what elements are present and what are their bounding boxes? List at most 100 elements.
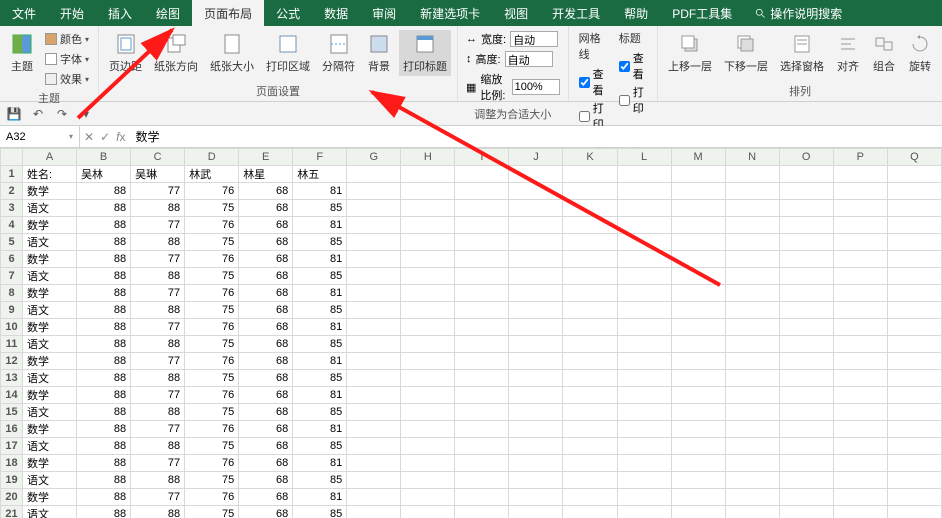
col-header-E[interactable]: E <box>239 149 293 166</box>
cell[interactable]: 吴林 <box>77 166 131 183</box>
cell[interactable]: 林武 <box>185 166 239 183</box>
group-arrange: 上移一层 下移一层 选择窗格 对齐 组合 旋转 排列 <box>658 26 942 101</box>
row-header[interactable]: 18 <box>1 455 23 472</box>
theme-colors[interactable]: 颜色▾ <box>42 30 92 48</box>
tab-视图[interactable]: 视图 <box>492 0 540 26</box>
row-header[interactable]: 6 <box>1 251 23 268</box>
themes-button[interactable]: 主题 <box>6 30 38 76</box>
col-header-J[interactable]: J <box>509 149 563 166</box>
col-header-B[interactable]: B <box>77 149 131 166</box>
col-header-G[interactable]: G <box>347 149 401 166</box>
row-header[interactable]: 19 <box>1 472 23 489</box>
tab-插入[interactable]: 插入 <box>96 0 144 26</box>
row-header[interactable]: 13 <box>1 370 23 387</box>
ribbon: 主题 颜色▾ 字体▾ 效果▾ 主题 页边距 纸张方向 纸张大小 打印区域 分隔符… <box>0 26 942 102</box>
tab-PDF工具集[interactable]: PDF工具集 <box>660 0 744 26</box>
row-header[interactable]: 14 <box>1 387 23 404</box>
col-header-Q[interactable]: Q <box>887 149 941 166</box>
row-header[interactable]: 17 <box>1 438 23 455</box>
tab-新建选项卡[interactable]: 新建选项卡 <box>408 0 492 26</box>
group-sheet-options: 网格线 查看 打印 标题 查看 打印 工作表选项 <box>569 26 658 101</box>
row-header[interactable]: 9 <box>1 302 23 319</box>
row-header[interactable]: 2 <box>1 183 23 200</box>
tell-me-search[interactable]: 操作说明搜索 <box>744 0 852 26</box>
spreadsheet-grid[interactable]: ABCDEFGHIJKLMNOPQ 1姓名:吴林吴琳林武林星林五2数学88777… <box>0 148 942 518</box>
col-header-I[interactable]: I <box>455 149 509 166</box>
headings-print-check[interactable]: 打印 <box>619 84 647 116</box>
headings-view-check[interactable]: 查看 <box>619 50 647 82</box>
row-header[interactable]: 20 <box>1 489 23 506</box>
col-header-M[interactable]: M <box>671 149 725 166</box>
enter-icon[interactable]: ✓ <box>100 130 110 144</box>
bring-forward-button[interactable]: 上移一层 <box>664 30 716 76</box>
tab-开发工具[interactable]: 开发工具 <box>540 0 612 26</box>
row-header[interactable]: 1 <box>1 166 23 183</box>
row-header[interactable]: 12 <box>1 353 23 370</box>
tab-页面布局[interactable]: 页面布局 <box>192 0 264 26</box>
group-button[interactable]: 组合 <box>868 30 900 76</box>
background-button[interactable]: 背景 <box>363 30 395 76</box>
print-area-button[interactable]: 打印区域 <box>262 30 314 76</box>
gridlines-view-check[interactable]: 查看 <box>579 66 607 98</box>
tab-帮助[interactable]: 帮助 <box>612 0 660 26</box>
row-header[interactable]: 7 <box>1 268 23 285</box>
row-header[interactable]: 5 <box>1 234 23 251</box>
row-header[interactable]: 15 <box>1 404 23 421</box>
row-header[interactable]: 8 <box>1 285 23 302</box>
theme-fonts[interactable]: 字体▾ <box>42 50 92 68</box>
margins-button[interactable]: 页边距 <box>105 30 146 76</box>
save-icon[interactable]: 💾 <box>6 106 22 122</box>
formula-input[interactable] <box>129 126 942 147</box>
theme-effects[interactable]: 效果▾ <box>42 70 92 88</box>
row-header[interactable]: 4 <box>1 217 23 234</box>
row-header[interactable]: 11 <box>1 336 23 353</box>
tab-数据[interactable]: 数据 <box>312 0 360 26</box>
col-header-K[interactable]: K <box>563 149 617 166</box>
cell[interactable]: 吴琳 <box>131 166 185 183</box>
col-header-H[interactable]: H <box>401 149 455 166</box>
undo-icon[interactable]: ↶ <box>30 106 46 122</box>
cell[interactable]: 姓名: <box>23 166 77 183</box>
selection-pane-button[interactable]: 选择窗格 <box>776 30 828 76</box>
col-header-F[interactable]: F <box>293 149 347 166</box>
fx-icon[interactable]: fx <box>116 130 125 144</box>
row-header[interactable]: 16 <box>1 421 23 438</box>
row-header[interactable]: 21 <box>1 506 23 518</box>
breaks-button[interactable]: 分隔符 <box>318 30 359 76</box>
print-titles-button[interactable]: 打印标题 <box>399 30 451 76</box>
col-header-L[interactable]: L <box>617 149 671 166</box>
scale-width-icon: ↔ <box>466 33 477 45</box>
group-arrange-label: 排列 <box>664 81 936 101</box>
qat-more-icon[interactable]: ▾ <box>78 106 94 122</box>
gridlines-header: 网格线 <box>579 30 607 64</box>
tab-绘图[interactable]: 绘图 <box>144 0 192 26</box>
row-header[interactable]: 10 <box>1 319 23 336</box>
align-button[interactable]: 对齐 <box>832 30 864 76</box>
col-header-D[interactable]: D <box>185 149 239 166</box>
tab-公式[interactable]: 公式 <box>264 0 312 26</box>
select-all-corner[interactable] <box>1 149 23 166</box>
send-backward-button[interactable]: 下移一层 <box>720 30 772 76</box>
group-page-setup-label: 页面设置 <box>105 81 451 101</box>
name-box[interactable]: A32▾ <box>0 126 80 147</box>
col-header-C[interactable]: C <box>131 149 185 166</box>
rotate-button[interactable]: 旋转 <box>904 30 936 76</box>
scale-ratio-input[interactable] <box>512 79 560 95</box>
cell[interactable]: 林星 <box>239 166 293 183</box>
size-button[interactable]: 纸张大小 <box>206 30 258 76</box>
tab-审阅[interactable]: 审阅 <box>360 0 408 26</box>
cell[interactable]: 林五 <box>293 166 347 183</box>
row-header[interactable]: 3 <box>1 200 23 217</box>
col-header-N[interactable]: N <box>725 149 779 166</box>
col-header-O[interactable]: O <box>779 149 833 166</box>
tab-文件[interactable]: 文件 <box>0 0 48 26</box>
scale-height-select[interactable]: 自动 <box>505 51 553 67</box>
redo-icon[interactable]: ↷ <box>54 106 70 122</box>
orientation-button[interactable]: 纸张方向 <box>150 30 202 76</box>
group-page-setup: 页边距 纸张方向 纸张大小 打印区域 分隔符 背景 打印标题 页面设置 <box>99 26 458 101</box>
col-header-A[interactable]: A <box>23 149 77 166</box>
tab-开始[interactable]: 开始 <box>48 0 96 26</box>
col-header-P[interactable]: P <box>833 149 887 166</box>
cancel-icon[interactable]: ✕ <box>84 130 94 144</box>
scale-width-select[interactable]: 自动 <box>510 31 558 47</box>
